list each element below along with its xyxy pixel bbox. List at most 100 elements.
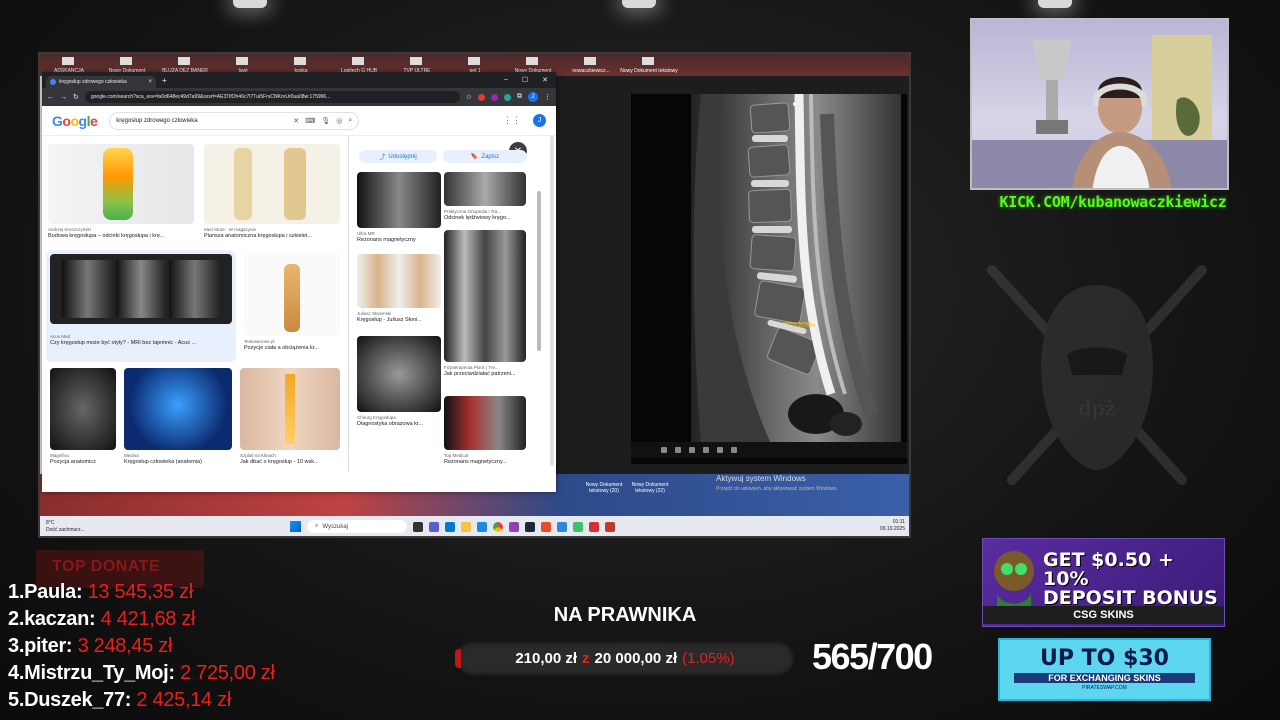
- result-source: Szpital na Klinach: [240, 453, 276, 458]
- donor-rank: 2.: [8, 608, 25, 630]
- new-tab-icon[interactable]: +: [162, 76, 167, 85]
- steam-icon[interactable]: [525, 521, 535, 532]
- bookmark-star-icon[interactable]: ☆: [466, 93, 472, 101]
- result-source: Med Store · W magazynie: [204, 227, 257, 232]
- chrome-icon[interactable]: [493, 521, 503, 532]
- goal-current: 210,00 zł: [515, 650, 578, 667]
- preview-panel: ✕ ⤴Udostępnij 🔖Zapisz Ultra MR Rezonans …: [348, 136, 548, 472]
- mic-icon[interactable]: 🎙: [321, 117, 330, 125]
- result-tile[interactable]: Testosterone.pl Pozycje ciała a obciążen…: [244, 254, 340, 351]
- keyboard-icon[interactable]: ⌨: [305, 117, 315, 125]
- desktop-file[interactable]: Nowy Dokument tekstowy (22): [628, 482, 672, 494]
- result-tile[interactable]: Szpital na Klinach Jak dbać o kręgosłup …: [240, 368, 340, 465]
- desktop-file[interactable]: Nowy Dokument tekstowy (20): [582, 482, 626, 494]
- extension-icon[interactable]: [491, 93, 498, 101]
- spine-models-image: [357, 254, 441, 308]
- extension-icon[interactable]: [478, 93, 485, 101]
- app-icon[interactable]: [573, 521, 583, 532]
- clear-icon[interactable]: ✕: [293, 117, 299, 125]
- clock-time: 01:11: [892, 519, 905, 525]
- mri-image: 3.25 mm: [631, 93, 907, 464]
- weather-temp: 8°C: [46, 520, 55, 526]
- donor-name: Duszek_77:: [24, 689, 132, 711]
- result-tile[interactable]: Med Store · W magazynie Plansza anatomic…: [204, 144, 340, 239]
- result-tile-selected[interactable]: Acus Med Czy kręgosłup może być otyły? -…: [46, 250, 236, 362]
- stage-light: [233, 0, 267, 8]
- related-tile[interactable]: Top Medical Rezonans magnetyczny...: [444, 396, 526, 465]
- extensions-puzzle-icon[interactable]: ⧉: [517, 93, 522, 101]
- windows-start-icon[interactable]: [290, 521, 301, 532]
- browser-window: kręgosłup zdrowego człowieka × + – ☐ ✕ ←…: [42, 72, 556, 492]
- donor-amount: 4 421,68 zł: [100, 608, 196, 630]
- back-icon[interactable]: ←: [47, 94, 54, 101]
- svg-text:dpž: dpž: [1079, 396, 1115, 420]
- file-explorer-icon[interactable]: [461, 521, 471, 532]
- goal-title: NA PRAWNIKA: [553, 604, 697, 626]
- related-title: Kręgosłup - Juliusz Słoni...: [357, 317, 422, 323]
- channel-emblem-logo: dpž: [987, 265, 1207, 485]
- result-tile[interactable]: Magnifixx Pozycja anatomicz: [50, 368, 116, 465]
- goal-target: 20 000,00 zł: [594, 650, 678, 667]
- desktop-shortcut-label: nowaczkiewicz...: [572, 68, 610, 74]
- lens-icon[interactable]: ◎: [336, 117, 342, 125]
- page-scrollbar[interactable]: [550, 136, 554, 466]
- account-avatar[interactable]: J: [533, 114, 546, 127]
- blue-skeleton-image: [124, 368, 232, 450]
- app-icon[interactable]: [605, 521, 615, 532]
- share-icon: ⤴: [379, 155, 386, 161]
- result-tile[interactable]: Medina Kręgosłup człowieka (anatomia): [124, 368, 232, 465]
- result-title: Plansza anatomiczna kręgosłupa i szkiele…: [204, 233, 312, 239]
- mri-thumb-image: [357, 172, 441, 228]
- goal-percent: (1.05%): [682, 650, 735, 667]
- related-tile[interactable]: Praktyczna Ortopedia i Tra... Odcinek lę…: [444, 172, 526, 221]
- search-icon[interactable]: ⌕: [348, 117, 352, 125]
- app-icon[interactable]: [477, 521, 487, 532]
- result-source: Testosterone.pl: [244, 339, 275, 344]
- webcam-feed: [970, 18, 1229, 190]
- desktop-shortcut[interactable]: Nowy Dokument tekstowy: [620, 54, 678, 76]
- related-title: Rezonans magnetyczny: [357, 237, 416, 243]
- close-window-icon[interactable]: ✕: [542, 76, 548, 84]
- app-icon[interactable]: [589, 521, 599, 532]
- pirateswap-ad[interactable]: UP TO $30 FOR EXCHANGING SKINS PIRATESWA…: [998, 638, 1211, 701]
- taskbar-clock[interactable]: 01:11 09.10.2025: [880, 519, 905, 533]
- app-icon[interactable]: [445, 521, 455, 532]
- app-icon[interactable]: [541, 521, 551, 532]
- kick-channel-url[interactable]: KICK.COM/kubanowaczkiewicz: [958, 193, 1268, 211]
- app-icon[interactable]: [557, 521, 567, 532]
- app-icon[interactable]: [509, 521, 519, 532]
- extension-icon[interactable]: [504, 93, 511, 101]
- save-button[interactable]: 🔖 Zapisz: [443, 150, 527, 163]
- desktop-shortcut[interactable]: nowaczkiewicz...: [562, 54, 620, 76]
- related-tile[interactable]: Juliusz Słonimski Kręgosłup - Juliusz Sł…: [357, 254, 441, 323]
- google-logo[interactable]: Google: [52, 113, 98, 129]
- related-tile[interactable]: Chirurg Kręgosłupa Diagnostyka obrazowa …: [357, 336, 441, 427]
- mri-strip-image: [50, 254, 232, 324]
- forward-icon[interactable]: →: [60, 94, 67, 101]
- weather-desc: Dość zachmurz...: [46, 527, 85, 533]
- menu-dots-icon[interactable]: ⋮: [544, 93, 551, 101]
- app-icon[interactable]: [429, 521, 439, 532]
- weather-widget[interactable]: 8°C Dość zachmurz...: [46, 520, 85, 534]
- panel-scrollbar[interactable]: [537, 191, 541, 351]
- result-title: Budowa kręgosłupa – odcinki kręgosłupa i…: [48, 233, 165, 239]
- taskbar-search[interactable]: ⌕ Wyszukaj: [307, 520, 407, 533]
- result-tile[interactable]: Andrzej Kroszczyński Budowa kręgosłupa –…: [48, 144, 194, 239]
- related-tile[interactable]: Ultra MR Rezonans magnetyczny: [357, 172, 441, 243]
- browser-tab[interactable]: kręgosłup zdrowego człowieka ×: [46, 76, 156, 88]
- profile-avatar[interactable]: J: [528, 92, 538, 102]
- donor-rank: 5.: [8, 689, 25, 711]
- apps-grid-icon[interactable]: ⋮⋮: [503, 115, 521, 126]
- related-tile[interactable]: Fizjoterapeuta Płock | Tre... Jak przeci…: [444, 230, 526, 377]
- url-field[interactable]: google.com/search?sca_esv=fa0d648ec49d7a…: [84, 91, 460, 103]
- related-title: Jak przeciwdziałać patrzeni...: [444, 371, 516, 377]
- share-button[interactable]: ⤴ Udostępnij: [359, 150, 437, 163]
- windows-taskbar: 8°C Dość zachmurz... ⌕ Wyszukaj 01:11 09.…: [40, 516, 909, 536]
- maximize-icon[interactable]: ☐: [522, 76, 528, 84]
- minimize-icon[interactable]: –: [504, 76, 508, 84]
- close-tab-icon[interactable]: ×: [148, 79, 152, 85]
- reload-icon[interactable]: ↻: [73, 93, 79, 101]
- csgo-skins-ad[interactable]: GET $0.50 + 10% DEPOSIT BONUS CSG SKINS: [982, 538, 1225, 627]
- search-box[interactable]: kręgosłup zdrowego człowieka ✕ ⌨ 🎙 ◎ ⌕: [109, 111, 360, 130]
- app-icon[interactable]: [413, 521, 423, 532]
